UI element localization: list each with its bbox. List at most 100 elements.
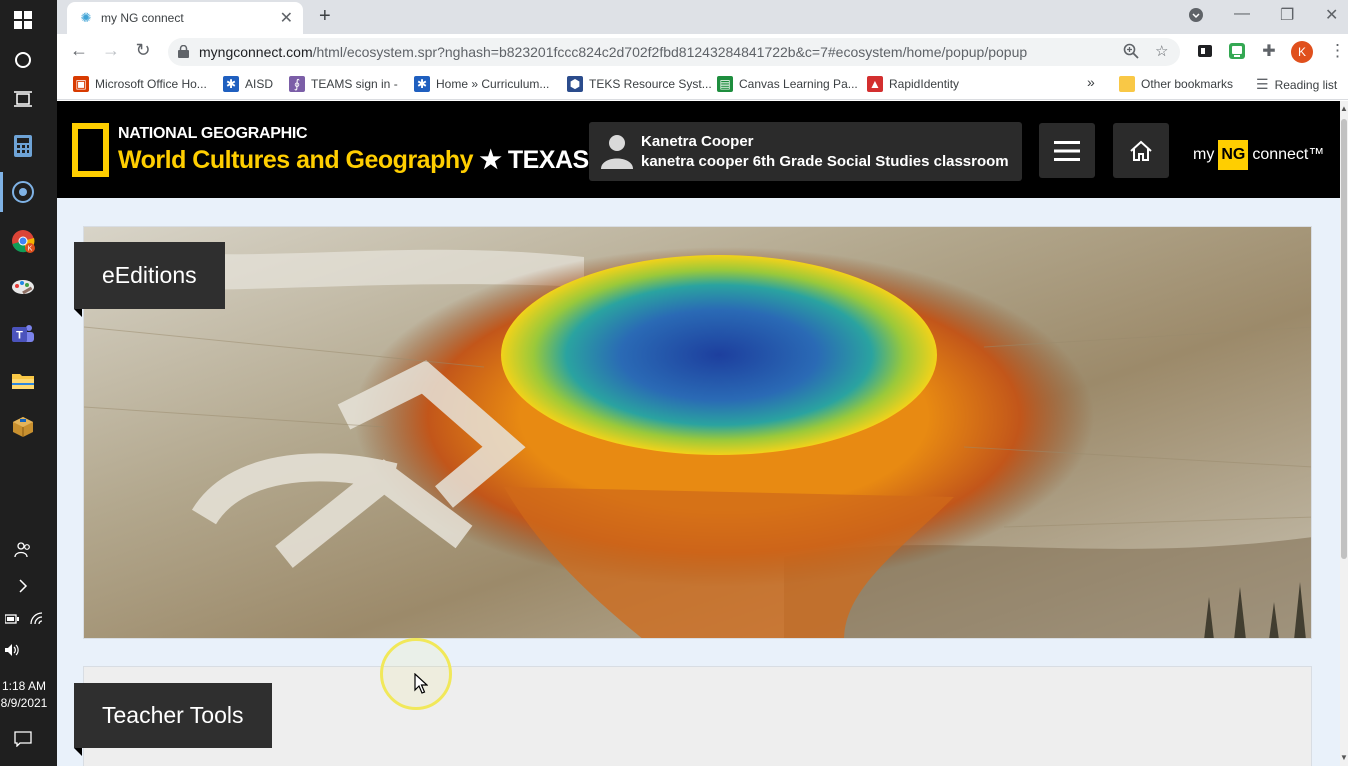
profile-avatar[interactable]: K bbox=[1291, 41, 1313, 63]
clock-time: 1:18 AM bbox=[1, 679, 47, 693]
program-title: World Cultures and Geography ★ TEXAS bbox=[118, 145, 589, 175]
paint-icon[interactable] bbox=[11, 276, 35, 300]
teacher-tools-card[interactable]: Teacher Tools bbox=[74, 666, 1312, 766]
bookmark-microsoft-office[interactable]: ▣ Microsoft Office Ho... bbox=[73, 76, 207, 92]
speaker-icon[interactable] bbox=[0, 638, 24, 662]
grand-prismatic-spring-image bbox=[84, 227, 1311, 638]
bookmark-canvas[interactable]: ▤ Canvas Learning Pa... bbox=[717, 76, 858, 92]
user-classroom: kanetra cooper 6th Grade Social Studies … bbox=[641, 153, 1009, 170]
reload-icon[interactable]: ↻ bbox=[131, 40, 155, 61]
forward-arrow-icon[interactable]: → bbox=[99, 40, 123, 61]
taskbar-clock[interactable]: 1:18 AM 8/9/2021 bbox=[0, 678, 48, 712]
home-button[interactable] bbox=[1113, 123, 1169, 178]
screen: K T 1:18 AM 8/9/2021 ✺ my NG connect ✕ +… bbox=[0, 0, 1348, 766]
bookmarks-bar: ▣ Microsoft Office Ho... ✱ AISD ∮ TEAMS … bbox=[57, 70, 1348, 100]
ng-brand: NATIONAL GEOGRAPHIC bbox=[118, 125, 308, 142]
bookmark-label: Home » Curriculum... bbox=[436, 77, 550, 91]
minimize-icon[interactable]: — bbox=[1234, 5, 1250, 23]
bookmark-aisd[interactable]: ✱ AISD bbox=[223, 76, 273, 92]
bookmark-rapididentity[interactable]: ▲ RapidIdentity bbox=[867, 76, 959, 92]
chevron-right-icon[interactable] bbox=[11, 574, 35, 598]
tab-my-ng-connect[interactable]: ✺ my NG connect ✕ bbox=[67, 2, 303, 34]
ng-favicon-icon: ✺ bbox=[80, 10, 92, 25]
user-info-box[interactable]: Kanetra Cooper kanetra cooper 6th Grade … bbox=[589, 122, 1022, 181]
more-bookmarks-button[interactable]: » bbox=[1087, 74, 1095, 90]
home-icon bbox=[1130, 140, 1152, 161]
ng-header: NATIONAL GEOGRAPHIC World Cultures and G… bbox=[57, 101, 1340, 198]
page-scrollbar[interactable]: ▲ ▼ bbox=[1340, 101, 1348, 766]
reading-list-button[interactable]: ☰ Reading list bbox=[1256, 76, 1337, 93]
clock-date: 8/9/2021 bbox=[0, 696, 48, 710]
windows-start-icon[interactable] bbox=[11, 8, 35, 32]
search-circle-icon[interactable] bbox=[11, 48, 35, 72]
star-icon: ★ bbox=[479, 146, 502, 174]
people-icon[interactable] bbox=[11, 538, 35, 562]
notification-icon[interactable] bbox=[12, 728, 34, 750]
cortana-icon[interactable] bbox=[11, 180, 35, 204]
tab-search-icon[interactable] bbox=[1188, 7, 1204, 28]
reading-list-label: Reading list bbox=[1274, 77, 1338, 92]
address-bar[interactable]: myngconnect.com/html/ecosystem.spr?nghas… bbox=[168, 38, 1180, 66]
bookmark-label: Other bookmarks bbox=[1141, 77, 1234, 91]
logo-ng: NG bbox=[1218, 139, 1249, 170]
logo-my: my bbox=[1193, 145, 1215, 163]
wifi-icon[interactable] bbox=[26, 607, 50, 631]
my-ng-connect-logo: my NG connect™ bbox=[1193, 138, 1324, 171]
reading-list-icon: ☰ bbox=[1256, 76, 1269, 92]
package-icon[interactable] bbox=[11, 415, 35, 439]
window-close-icon[interactable]: ✕ bbox=[1325, 5, 1338, 25]
bookmark-other-bookmarks[interactable]: Other bookmarks bbox=[1119, 76, 1233, 92]
zoom-icon[interactable] bbox=[1123, 43, 1139, 63]
calculator-icon[interactable] bbox=[11, 134, 35, 158]
user-avatar-icon bbox=[601, 135, 633, 169]
windows-taskbar: K T 1:18 AM 8/9/2021 bbox=[0, 0, 57, 766]
bookmark-home-curriculum[interactable]: ✱ Home » Curriculum... bbox=[414, 76, 549, 92]
bookmark-label: Canvas Learning Pa... bbox=[739, 77, 858, 91]
section-label-eeditions[interactable]: eEditions bbox=[74, 242, 225, 317]
chrome-icon[interactable]: K bbox=[11, 229, 35, 253]
url-host: myngconnect.com bbox=[199, 44, 313, 60]
bookmark-label: TEKS Resource Syst... bbox=[589, 77, 712, 91]
file-explorer-icon[interactable] bbox=[11, 369, 35, 393]
bookmark-label: TEAMS sign in - bbox=[311, 77, 398, 91]
mouse-cursor-icon bbox=[414, 673, 428, 694]
hamburger-menu-button[interactable] bbox=[1039, 123, 1095, 178]
hamburger-icon bbox=[1054, 140, 1080, 161]
new-tab-icon[interactable]: + bbox=[319, 5, 331, 28]
puzzle-extensions-icon[interactable]: ✚ bbox=[1260, 42, 1278, 60]
page-content: NATIONAL GEOGRAPHIC World Cultures and G… bbox=[57, 101, 1340, 766]
url-path: /html/ecosystem.spr?nghash=b823201fccc82… bbox=[312, 44, 1028, 60]
section-label-teacher-tools[interactable]: Teacher Tools bbox=[74, 683, 272, 756]
extension-green-icon[interactable] bbox=[1228, 42, 1246, 60]
scroll-up-icon[interactable]: ▲ bbox=[1340, 104, 1348, 113]
nat-geo-yellow-border-logo bbox=[72, 123, 109, 177]
user-name: Kanetra Cooper bbox=[641, 133, 754, 150]
bookmark-star-icon[interactable]: ☆ bbox=[1155, 42, 1168, 60]
scroll-down-icon[interactable]: ▼ bbox=[1340, 753, 1348, 762]
office-icon: ▣ bbox=[73, 76, 89, 92]
eeditions-card[interactable]: eEditions bbox=[74, 226, 1312, 639]
menu-kebab-icon[interactable]: ⋮ bbox=[1329, 41, 1346, 61]
aisd-icon: ✱ bbox=[223, 76, 239, 92]
folder-icon bbox=[1119, 76, 1135, 92]
bookmark-teks-resource[interactable]: ⬢ TEKS Resource Syst... bbox=[567, 76, 712, 92]
url-text: myngconnect.com/html/ecosystem.spr?nghas… bbox=[199, 44, 1027, 60]
program-title-state: TEXAS bbox=[507, 146, 589, 174]
close-icon[interactable]: ✕ bbox=[280, 8, 293, 28]
svg-text:T: T bbox=[16, 330, 23, 342]
canvas-icon: ▤ bbox=[717, 76, 733, 92]
restore-icon[interactable]: ❐ bbox=[1280, 5, 1294, 25]
teams-icon[interactable]: T bbox=[11, 322, 35, 346]
task-view-icon[interactable] bbox=[11, 87, 35, 111]
extension-reader-icon[interactable] bbox=[1196, 42, 1214, 60]
scrollbar-thumb[interactable] bbox=[1341, 119, 1347, 559]
back-arrow-icon[interactable]: ← bbox=[67, 40, 91, 61]
svg-text:K: K bbox=[28, 246, 33, 253]
teams-sign-in-icon: ∮ bbox=[289, 76, 305, 92]
battery-icon[interactable] bbox=[0, 607, 24, 631]
teks-icon: ⬢ bbox=[567, 76, 583, 92]
curriculum-icon: ✱ bbox=[414, 76, 430, 92]
active-app-indicator bbox=[0, 172, 3, 212]
tab-strip: ✺ my NG connect ✕ + — ❐ ✕ bbox=[57, 0, 1348, 34]
bookmark-teams-sign-in[interactable]: ∮ TEAMS sign in - bbox=[289, 76, 398, 92]
